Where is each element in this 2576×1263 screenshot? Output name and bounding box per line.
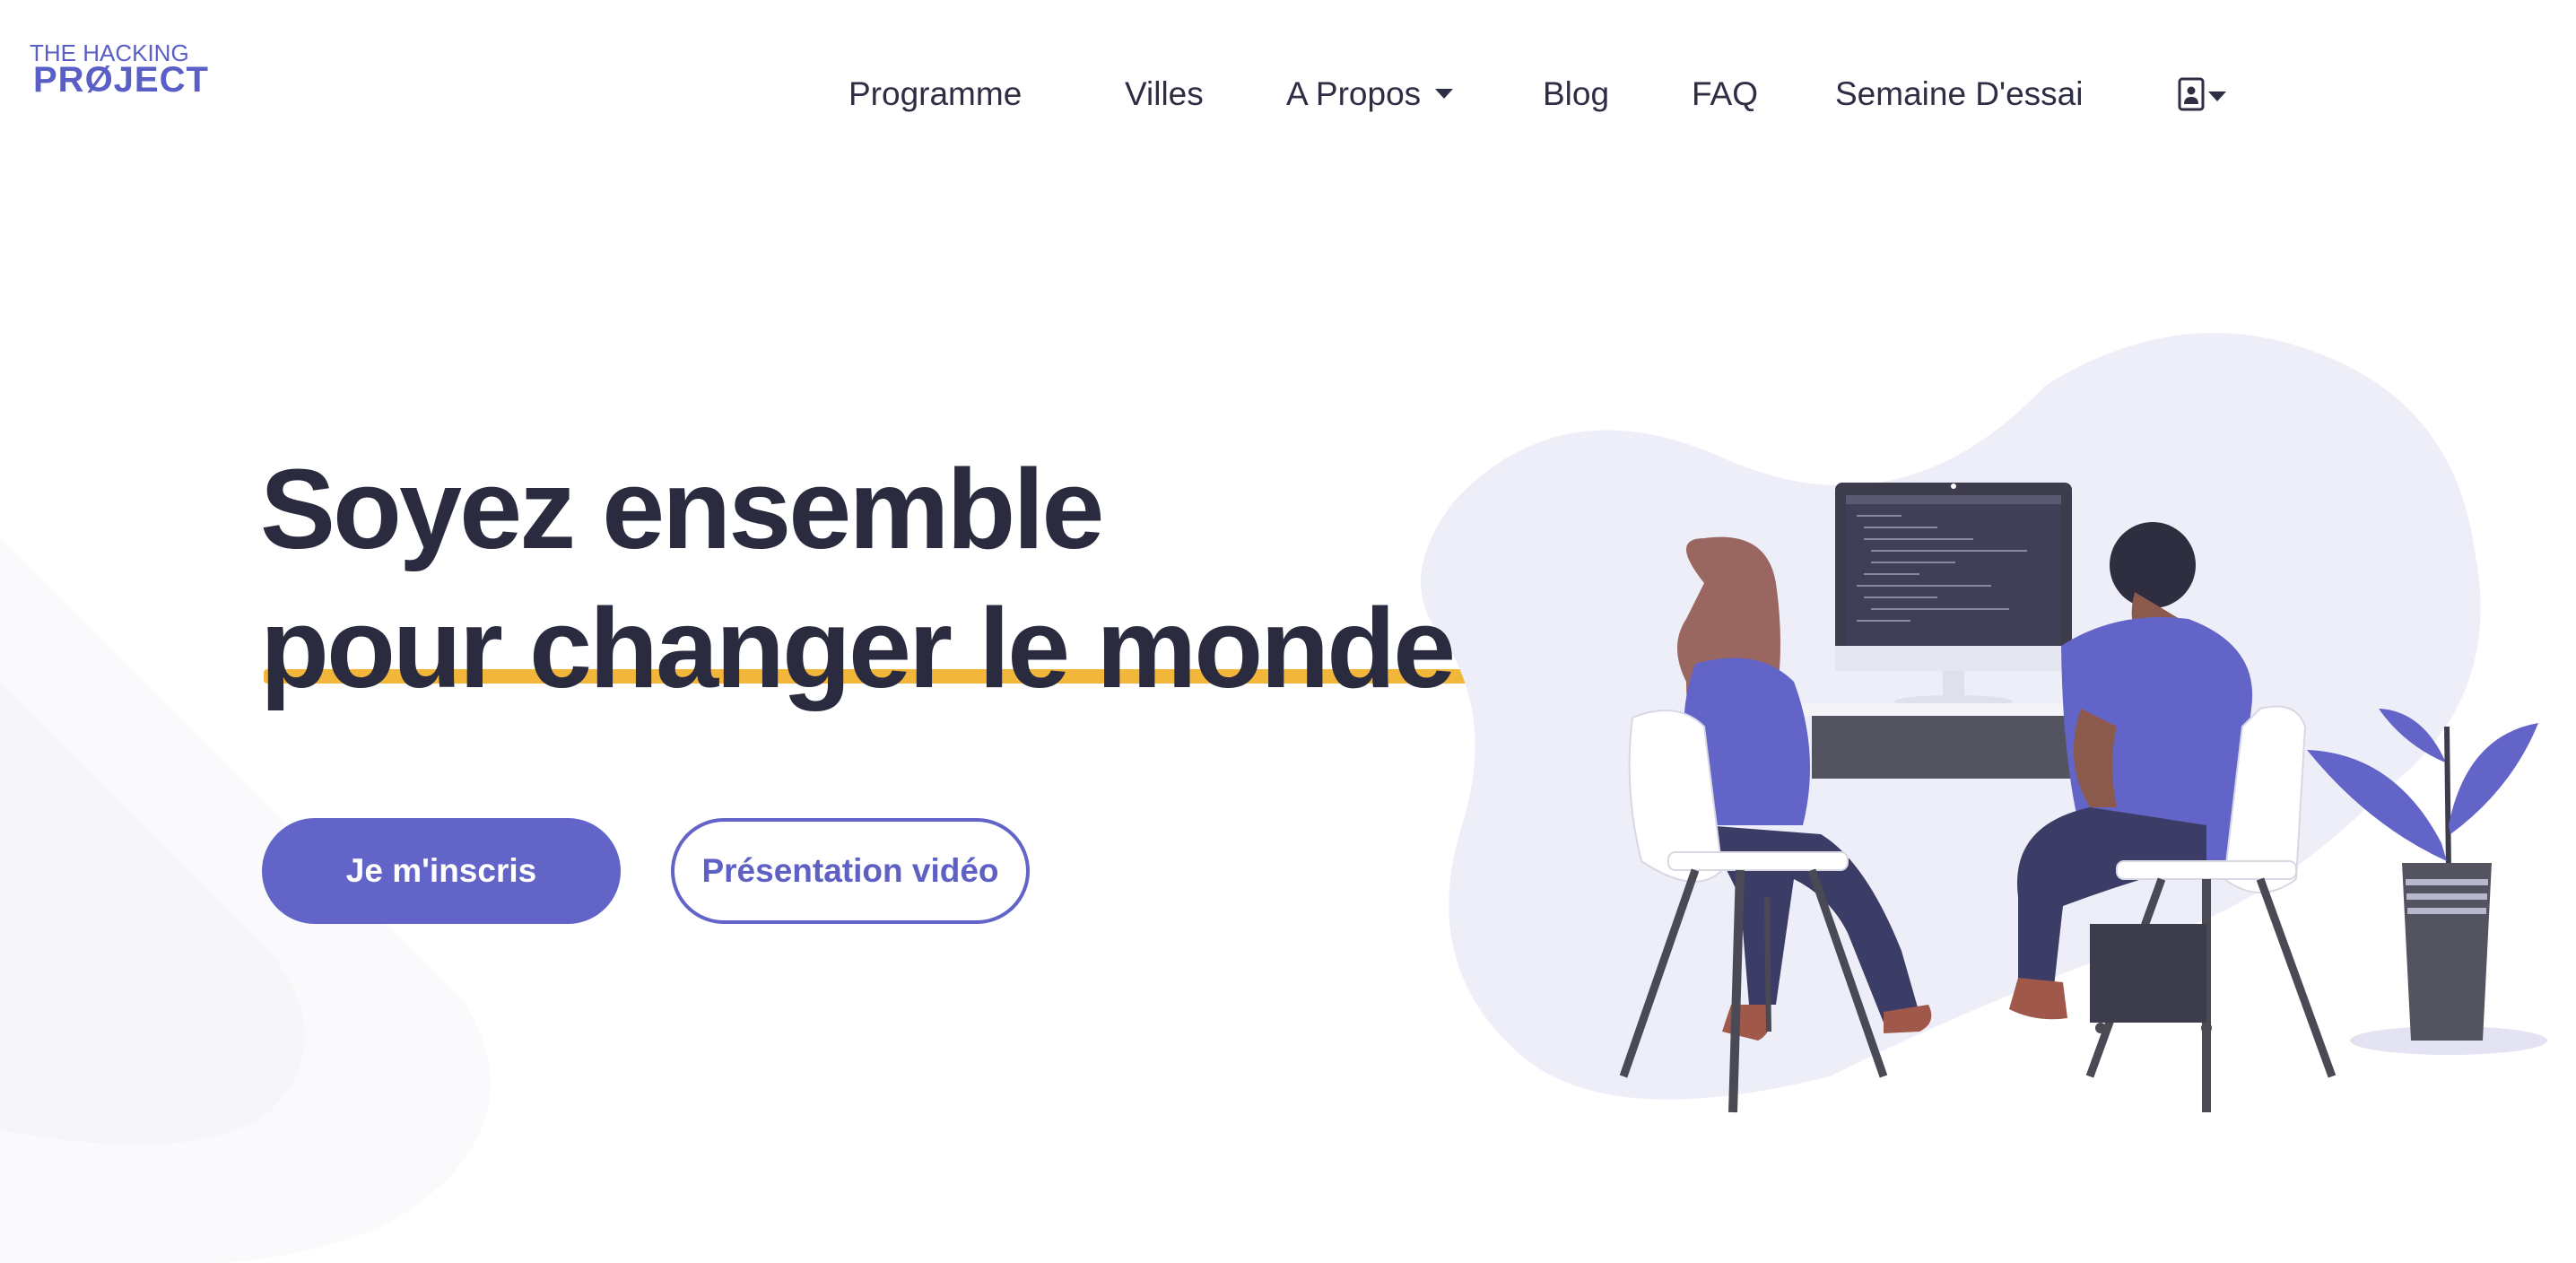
caret-down-icon	[1435, 88, 1454, 99]
signup-button[interactable]: Je m'inscris	[262, 818, 621, 924]
nav-item-semaine-essai[interactable]: Semaine D'essai	[1835, 65, 2083, 124]
video-presentation-button[interactable]: Présentation vidéo	[671, 818, 1030, 924]
caret-down-icon	[2208, 91, 2226, 101]
nav-item-faq[interactable]: FAQ	[1692, 65, 1758, 124]
hero-title: Soyez ensemble pour changer le monde	[260, 440, 1456, 718]
hero-title-line1: Soyez ensemble	[260, 446, 1104, 572]
user-badge-icon	[2178, 77, 2205, 111]
nav-item-a-propos-label: A Propos	[1286, 75, 1422, 112]
nav-item-blog[interactable]: Blog	[1543, 65, 1609, 124]
hero-title-line2: pour changer le monde	[260, 585, 1456, 711]
account-menu[interactable]	[2178, 65, 2242, 124]
nav-item-villes[interactable]: Villes	[1125, 65, 1204, 124]
nav-item-a-propos[interactable]: A Propos	[1286, 65, 1454, 124]
nav-item-programme[interactable]: Programme	[849, 65, 1022, 124]
hero-illustration	[1421, 333, 2547, 1113]
brand-logo[interactable]: THE HACKING PRØJECT	[30, 41, 208, 99]
logo-line2: PRØJECT	[33, 60, 209, 100]
